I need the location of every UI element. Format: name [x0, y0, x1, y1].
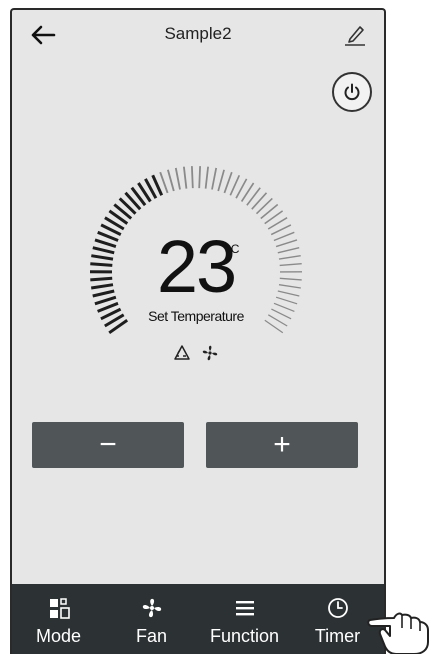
mode-indicators: [76, 344, 316, 362]
power-button[interactable]: [332, 72, 372, 112]
mode-grid-icon: [49, 598, 70, 619]
pointing-hand-icon: [367, 612, 429, 654]
temperature-dial[interactable]: 23 °C Set Temperature: [76, 160, 316, 380]
pencil-icon: [345, 26, 365, 46]
fan-icon: [202, 345, 218, 361]
decrease-temperature-button[interactable]: −: [32, 422, 184, 468]
dial-tick: [223, 171, 233, 194]
increase-temperature-button[interactable]: +: [206, 422, 358, 468]
tab-fan[interactable]: Fan: [105, 584, 198, 654]
menu-lines-icon: [235, 601, 254, 616]
tab-timer-label: Timer: [314, 626, 361, 646]
dial-tick: [198, 166, 201, 189]
dial-tick: [166, 169, 175, 192]
dial-tick: [190, 166, 194, 189]
temperature-value: 23: [156, 225, 237, 308]
tab-function-label: Function: [209, 626, 280, 646]
minus-label: −: [99, 428, 117, 461]
dial-tick: [204, 166, 209, 189]
dial-tick: [211, 167, 218, 190]
bottom-tab-bar: Mode Fan Function Timer: [12, 584, 384, 654]
dial-tick: [229, 174, 241, 196]
tab-function[interactable]: Function: [198, 584, 291, 654]
dial-tick: [217, 169, 225, 192]
dial-tick: [174, 167, 181, 190]
temperature-controls: − +: [32, 422, 358, 468]
dial-tick: [182, 166, 188, 189]
edit-button[interactable]: [338, 18, 372, 52]
tab-mode[interactable]: Mode: [12, 584, 105, 654]
power-icon: [344, 83, 360, 101]
tab-mode-label: Mode: [35, 626, 82, 646]
clock-icon: [327, 598, 348, 618]
fan-icon: [142, 598, 161, 618]
page-title: Sample2: [164, 24, 232, 43]
temperature-unit: °C: [226, 242, 240, 256]
app-screen: Sample2 23 °C Set Temperature − + Mode F…: [10, 8, 386, 654]
header: Sample2: [12, 10, 384, 62]
plus-label: +: [273, 428, 291, 461]
set-temperature-label: Set Temperature: [148, 308, 244, 324]
recycle-icon: [174, 345, 190, 360]
dial-tick: [159, 171, 169, 194]
tab-fan-label: Fan: [135, 626, 168, 646]
